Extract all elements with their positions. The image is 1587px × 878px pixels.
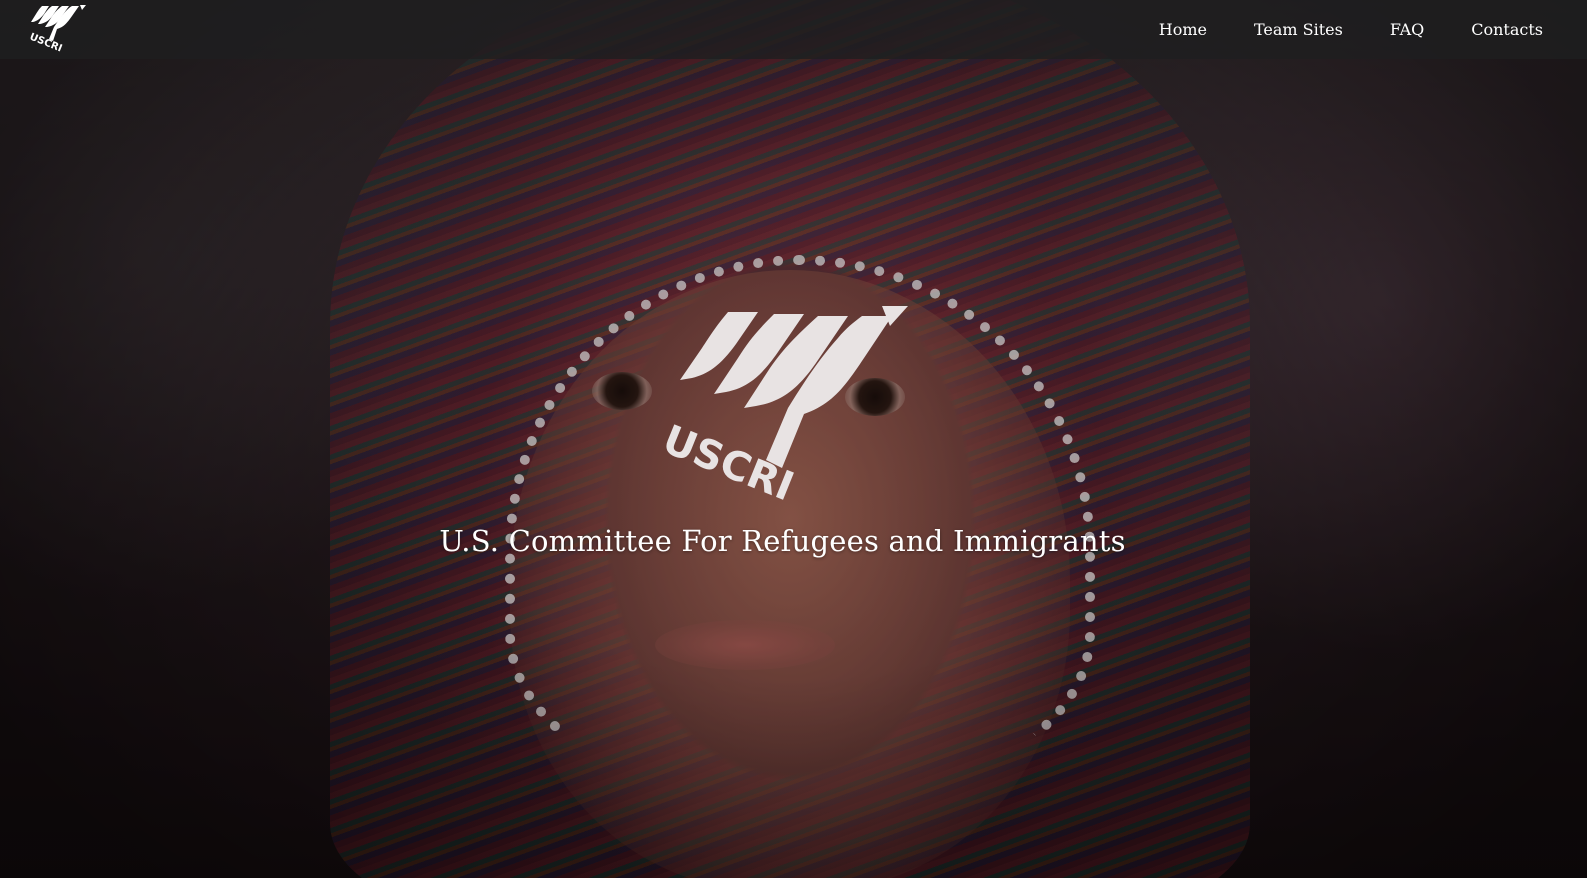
svg-text:USCRI: USCRI [28,32,64,54]
hero-section: USCRI U.S. Committee For Refugees and Im… [0,0,1587,878]
uscri-logo-icon: USCRI [656,306,908,510]
nav-contacts[interactable]: Contacts [1471,20,1543,39]
top-navbar: USCRI Home Team Sites FAQ Contacts [0,0,1587,59]
uscri-logo-icon[interactable]: USCRI [26,2,88,54]
hero-title: U.S. Committee For Refugees and Immigran… [439,524,1126,558]
nav-team-sites[interactable]: Team Sites [1254,20,1343,39]
svg-text:USCRI: USCRI [656,417,800,510]
nav-faq[interactable]: FAQ [1390,20,1424,39]
nav-home[interactable]: Home [1159,20,1207,39]
main-nav: Home Team Sites FAQ Contacts [1159,0,1543,59]
